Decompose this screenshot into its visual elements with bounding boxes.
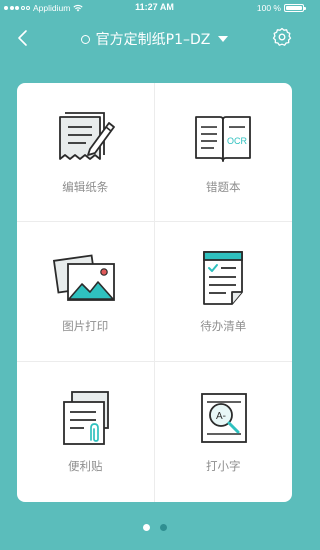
- page-dot-2[interactable]: [159, 524, 167, 531]
- todo-list-icon: [203, 251, 244, 305]
- mistake-book-tile[interactable]: OCR 错题本: [154, 83, 292, 222]
- small-text-tile[interactable]: A- 打小字: [155, 362, 293, 502]
- page-indicator: [0, 524, 309, 531]
- caret-down-icon: [218, 36, 229, 42]
- status-right: 100 %: [256, 3, 306, 13]
- page-title: 官方定制纸P1–DZ: [95, 32, 211, 48]
- picture-print-tile[interactable]: 图片打印: [17, 222, 155, 362]
- device-status-dot: [80, 34, 90, 44]
- sticky-note-label: 便利贴: [68, 459, 103, 473]
- todo-list-label: 待办清单: [200, 319, 247, 333]
- sticky-note-tile[interactable]: 便利贴: [17, 362, 155, 502]
- ocr-book-icon: OCR: [195, 116, 252, 162]
- todo-list-tile[interactable]: 待办清单: [154, 222, 292, 362]
- edit-note-label: 编辑纸条: [62, 180, 109, 194]
- feature-card: 编辑纸条 OCR 错题本 图片打印 待办清单 便利贴 A- 打小字: [17, 83, 292, 502]
- gear-icon: [272, 27, 292, 46]
- device-selector[interactable]: 官方定制纸P1–DZ: [0, 29, 309, 49]
- page-dot-1[interactable]: [142, 524, 150, 531]
- magnifier-text-icon: A-: [201, 393, 248, 443]
- picture-print-label: 图片打印: [62, 319, 109, 333]
- edit-note-icon: [59, 112, 116, 160]
- battery-icon: [284, 4, 306, 12]
- picture-print-icon: [53, 254, 116, 301]
- settings-button[interactable]: [272, 27, 292, 47]
- svg-text:OCR: OCR: [227, 136, 248, 146]
- sticky-note-icon: [63, 391, 110, 445]
- mistake-book-label: 错题本: [206, 180, 241, 194]
- svg-text:A-: A-: [216, 411, 226, 422]
- small-text-label: 打小字: [206, 459, 241, 473]
- battery-percent: 100 %: [256, 3, 281, 13]
- feature-grid: 编辑纸条 OCR 错题本 图片打印 待办清单 便利贴 A- 打小字: [17, 83, 292, 502]
- status-bar: Applidium 11:27 AM 100 %: [0, 0, 309, 16]
- nav-bar: 官方定制纸P1–DZ: [0, 18, 309, 58]
- edit-note-tile[interactable]: 编辑纸条: [17, 83, 155, 222]
